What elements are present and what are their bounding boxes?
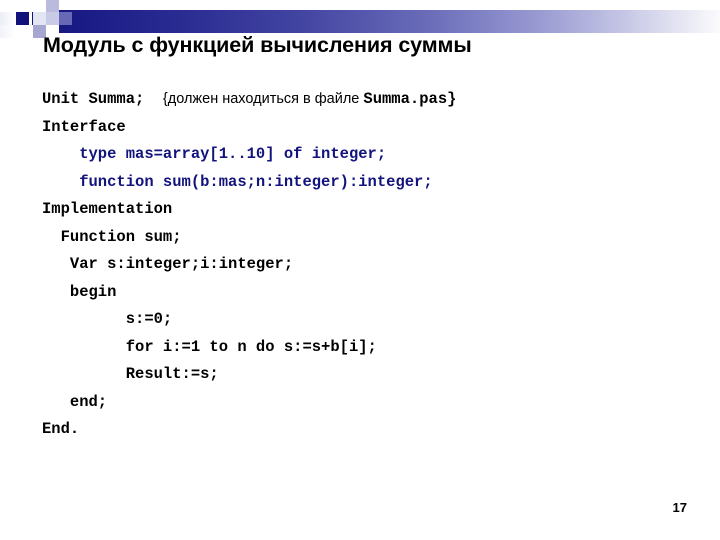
code-text: end; bbox=[42, 392, 108, 411]
decorative-square bbox=[33, 0, 46, 12]
code-text: Interface bbox=[42, 117, 126, 136]
code-text: Implementation bbox=[42, 200, 173, 218]
decorative-square bbox=[16, 25, 33, 38]
code-text: s:=0; bbox=[42, 310, 173, 328]
line-interface: Interface bbox=[42, 114, 702, 142]
line-var: Var s:integer;i:integer; bbox=[42, 251, 702, 279]
slide-title: Модуль с функцией вычисления суммы bbox=[43, 33, 472, 57]
decorative-square bbox=[46, 0, 59, 12]
code-listing: Unit Summa; {должен находиться в файле S… bbox=[42, 86, 702, 444]
code-text: End. bbox=[42, 420, 80, 438]
line-end-semicolon: end; bbox=[42, 389, 702, 417]
code-text: for i:=1 to n do s:=s+b[i]; bbox=[42, 337, 377, 356]
code-comment: {должен находиться в файле bbox=[162, 91, 364, 107]
line-unit: Unit Summa; {должен находиться в файле S… bbox=[42, 86, 702, 114]
decorative-square bbox=[16, 0, 33, 12]
code-text: function sum(b:mas;n:integer):integer; bbox=[42, 172, 433, 191]
line-result: Result:=s; bbox=[42, 361, 702, 389]
code-text: Unit Summa; bbox=[42, 90, 163, 108]
code-text: Function sum; bbox=[42, 227, 182, 246]
code-text: Var s:integer;i:integer; bbox=[42, 255, 294, 273]
code-text: begin bbox=[42, 282, 117, 301]
code-text: Result:=s; bbox=[42, 365, 219, 383]
decorative-square bbox=[0, 25, 16, 38]
decorative-square bbox=[0, 12, 16, 25]
line-s-init: s:=0; bbox=[42, 306, 702, 334]
line-function-sum-decl: function sum(b:mas;n:integer):integer; bbox=[42, 169, 702, 197]
line-implementation: Implementation bbox=[42, 196, 702, 224]
line-function-sum-def: Function sum; bbox=[42, 224, 702, 252]
line-for-loop: for i:=1 to n do s:=s+b[i]; bbox=[42, 334, 702, 362]
decorative-square bbox=[33, 12, 46, 25]
line-begin: begin bbox=[42, 279, 702, 307]
line-type-mas: type mas=array[1..10] of integer; bbox=[42, 141, 702, 169]
page-number: 17 bbox=[672, 500, 687, 515]
decorative-square-dark bbox=[16, 12, 29, 25]
decorative-square bbox=[46, 12, 59, 25]
code-text: type mas=array[1..10] of integer; bbox=[42, 145, 387, 163]
header-gradient-band bbox=[32, 10, 720, 33]
decorative-square bbox=[59, 12, 72, 25]
slide: Модуль с функцией вычисления суммы Unit … bbox=[0, 0, 720, 540]
line-end-dot: End. bbox=[42, 416, 702, 444]
code-text: Summa.pas} bbox=[363, 90, 457, 108]
